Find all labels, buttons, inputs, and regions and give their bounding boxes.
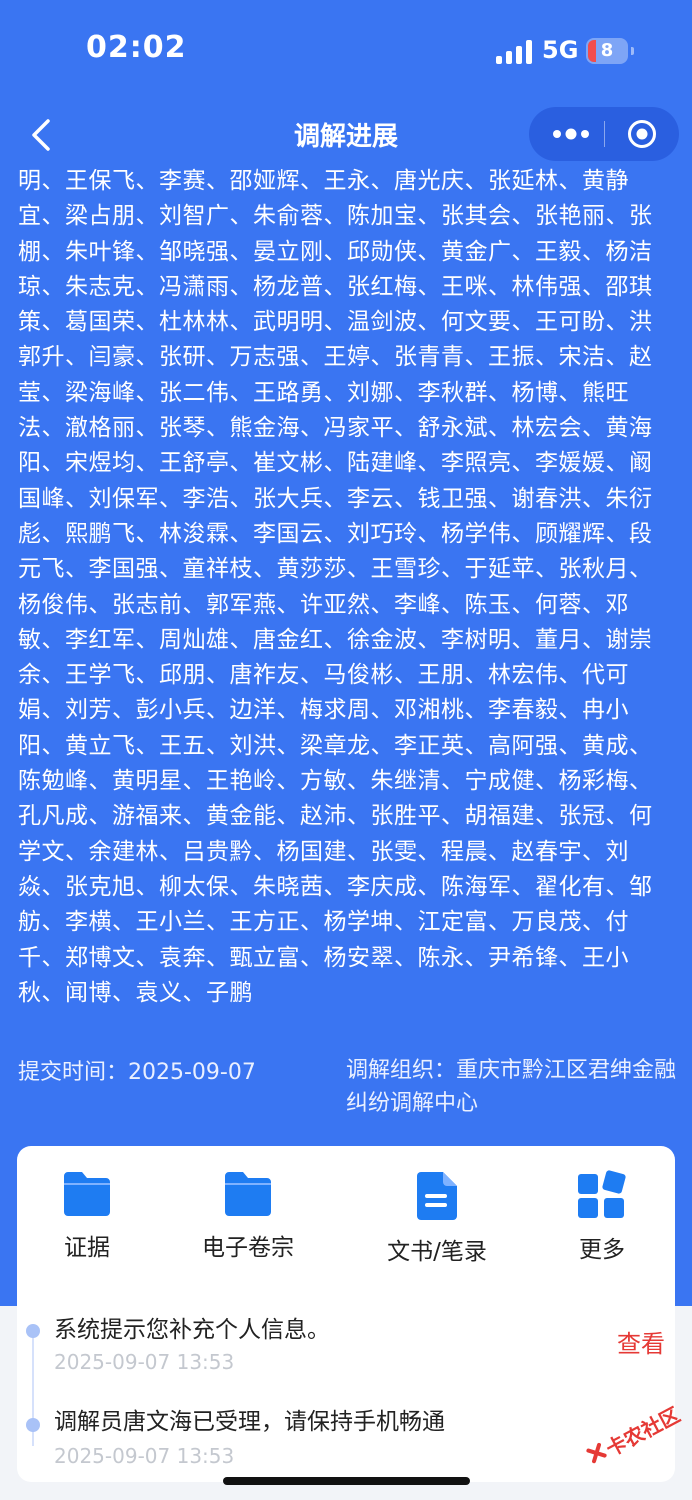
document-icon	[417, 1172, 457, 1220]
timeline-item-text: 调解员唐文海已受理，请保持手机畅通	[54, 1409, 445, 1435]
folder-icon	[64, 1172, 110, 1216]
battery-level: 8	[600, 40, 614, 61]
actions-card: 证据 电子卷宗 文书/笔录 更多	[17, 1146, 675, 1306]
party-names-list: 明、王保飞、李赛、邵娅辉、王永、唐光庆、张延林、黄静宜、梁占朋、刘智广、朱俞蓉、…	[18, 168, 653, 1006]
timeline-area: 系统提示您补充个人信息。 2025-09-07 13:53 查看 调解员唐文海已…	[0, 1306, 692, 1500]
timeline-dot	[26, 1418, 40, 1432]
more-button[interactable]: 更多	[522, 1170, 682, 1264]
more-dots-icon[interactable]	[551, 127, 591, 141]
timeline-item-time: 2025-09-07 13:53	[54, 1350, 235, 1374]
folder-icon	[225, 1172, 271, 1216]
capsule-divider	[604, 121, 605, 147]
e-dossier-button[interactable]: 电子卷宗	[168, 1170, 328, 1262]
evidence-button[interactable]: 证据	[7, 1170, 167, 1262]
nav-bar: 调解进展	[0, 100, 692, 170]
status-time: 02:02	[86, 30, 187, 65]
mediation-organization: 调解组织：重庆市黔江区君绅金融纠纷调解中心	[346, 1058, 677, 1116]
miniprogram-capsule	[529, 107, 679, 161]
network-type: 5G	[542, 36, 579, 64]
close-miniprogram-icon[interactable]	[627, 119, 657, 149]
status-bar: 02:02 5G 8	[0, 0, 692, 100]
timeline-item-time: 2025-09-07 13:53	[54, 1444, 235, 1468]
timeline-dot	[26, 1324, 40, 1338]
documents-records-button[interactable]: 文书/笔录	[357, 1170, 517, 1266]
timeline-item-text: 系统提示您补充个人信息。	[54, 1317, 330, 1343]
battery-icon: 8	[586, 38, 634, 64]
home-indicator	[223, 1477, 470, 1485]
timeline-card: 系统提示您补充个人信息。 2025-09-07 13:53 查看 调解员唐文海已…	[17, 1306, 675, 1482]
signal-icon	[496, 40, 534, 64]
grid-apps-icon	[578, 1170, 626, 1218]
submit-time: 提交时间：2025-09-07	[18, 1060, 256, 1085]
view-link[interactable]: 查看	[617, 1324, 665, 1359]
